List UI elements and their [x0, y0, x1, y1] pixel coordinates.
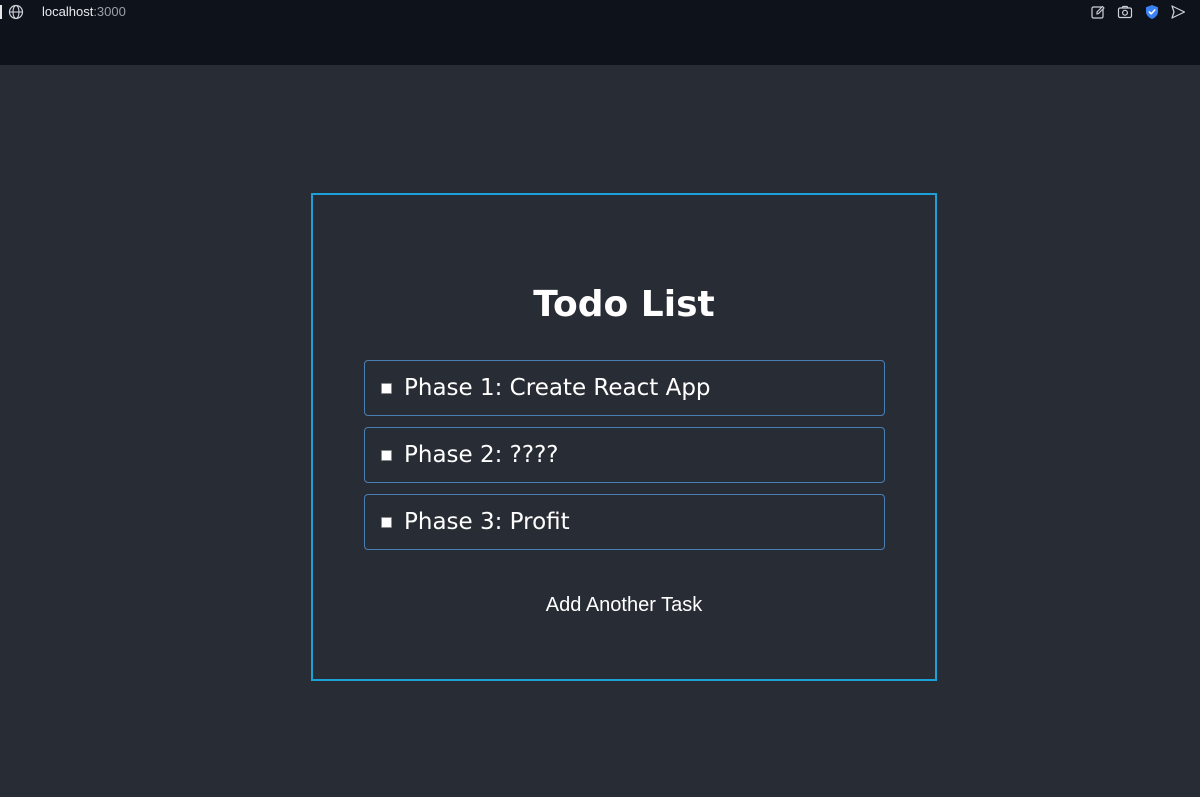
send-icon[interactable] — [1170, 4, 1186, 20]
url-host: localhost — [42, 4, 94, 19]
task-label: Phase 2: ???? — [404, 442, 559, 468]
edit-icon[interactable] — [1090, 4, 1106, 20]
globe-icon — [8, 4, 24, 20]
task-label: Phase 3: Profit — [404, 509, 570, 535]
todo-panel: Todo List Phase 1: Create React App Phas… — [311, 193, 937, 681]
browser-bar: localhost:3000 — [0, 0, 1200, 65]
address-bar[interactable]: localhost:3000 — [42, 4, 126, 20]
task-checkbox[interactable] — [381, 449, 392, 461]
task-checkbox[interactable] — [381, 382, 392, 394]
task-checkbox[interactable] — [381, 516, 392, 528]
shield-icon[interactable] — [1144, 4, 1160, 20]
page-title: Todo List — [533, 284, 715, 325]
url-port: :3000 — [93, 4, 126, 19]
task-row[interactable]: Phase 2: ???? — [364, 427, 885, 483]
task-row[interactable]: Phase 1: Create React App — [364, 360, 885, 416]
window-edge — [0, 5, 2, 19]
camera-icon[interactable] — [1117, 4, 1133, 20]
add-task-button[interactable]: Add Another Task — [313, 593, 935, 617]
task-label: Phase 1: Create React App — [404, 375, 711, 401]
task-row[interactable]: Phase 3: Profit — [364, 494, 885, 550]
